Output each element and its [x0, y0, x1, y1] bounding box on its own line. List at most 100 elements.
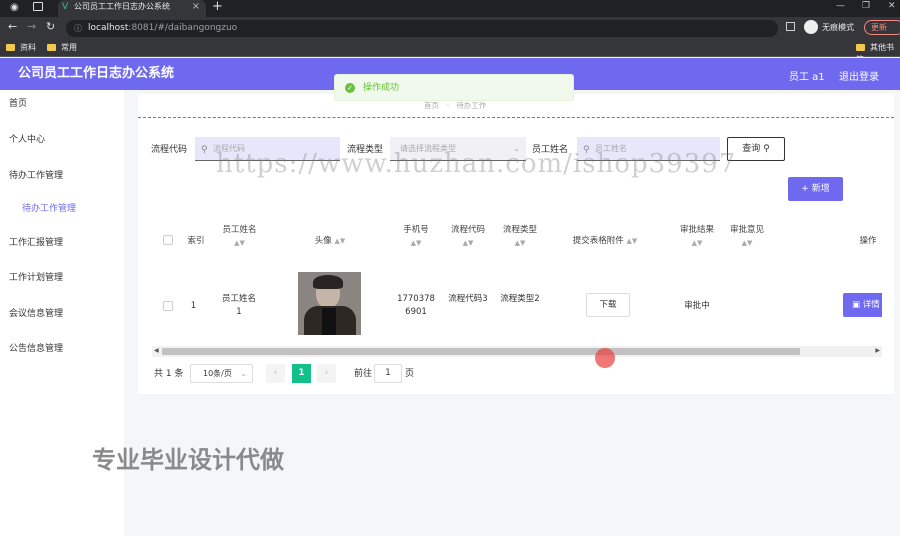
sidebar-subitem-todo-management[interactable]: 待办工作管理	[22, 203, 76, 215]
prev-page-button[interactable]: ‹	[266, 364, 285, 383]
restore-icon[interactable]: ❐	[862, 1, 870, 11]
next-page-button[interactable]: ›	[317, 364, 336, 383]
pagination: 共 1 条 10条/页 ⌄ ‹ 1 › 前往 1 页	[152, 364, 452, 384]
bookmark-folder-2[interactable]: 常用	[47, 42, 77, 54]
page-unit-label: 页	[405, 369, 415, 379]
sort-icon[interactable]: ▲▼	[626, 237, 637, 245]
col-avatar[interactable]: 头像 ▲▼	[290, 235, 370, 248]
cursor-highlight	[595, 348, 615, 368]
page-size-select[interactable]: 10条/页 ⌄	[190, 364, 253, 383]
check-icon: ✓	[345, 83, 355, 93]
browser-tab[interactable]: V 公司员工工作日志办公系统 ×	[58, 0, 206, 17]
folder-icon	[856, 44, 865, 51]
minimize-icon[interactable]: —	[836, 1, 845, 11]
sidebar-item-home[interactable]: 首页	[9, 98, 27, 110]
sort-icon[interactable]: ▲▼	[463, 239, 474, 247]
toast-text: 操作成功	[363, 83, 400, 93]
url-field[interactable]: ⓘ localhost:8081/#/daibangongzuo	[66, 20, 778, 37]
sort-icon[interactable]: ▲▼	[742, 239, 753, 247]
bookmark-label: 常用	[61, 43, 77, 52]
divider	[138, 117, 894, 118]
sort-icon[interactable]: ▲▼	[692, 239, 703, 247]
site-info-icon[interactable]: ⓘ	[74, 20, 82, 37]
vue-logo-icon: V	[62, 2, 69, 12]
sidebar-item-todo-management[interactable]: 待办工作管理	[9, 170, 63, 182]
tab-close-icon[interactable]: ×	[192, 0, 200, 14]
row-flow-type: 流程类型2	[500, 294, 540, 304]
col-index: 索引	[187, 236, 205, 246]
search-icon: ⚲	[201, 145, 208, 155]
goto-label: 前往	[354, 369, 373, 379]
browser-tab-bar: ◉ V 公司员工工作日志办公系统 × + — ❐ ✕	[0, 0, 900, 17]
sort-icon[interactable]: ▲▼	[411, 239, 422, 247]
sidebar-item-meeting-info[interactable]: 会议信息管理	[9, 308, 63, 320]
query-label: 查询	[742, 144, 761, 154]
breadcrumb: 首页 ◦ 待办工作	[424, 101, 487, 110]
search-icon: ⚲	[763, 144, 770, 154]
sort-icon[interactable]: ▲▼	[334, 237, 345, 245]
detail-icon: ▣	[852, 300, 861, 310]
breadcrumb-current: 待办工作	[456, 101, 487, 110]
back-icon[interactable]: ←	[8, 20, 17, 33]
row-checkbox[interactable]	[163, 301, 173, 311]
close-window-icon[interactable]: ✕	[888, 1, 896, 11]
flow-code-label: 流程代码	[151, 145, 188, 155]
detail-button[interactable]: ▣ 详情	[843, 293, 882, 317]
bookmark-folder-1[interactable]: 资料	[6, 42, 36, 54]
bookmarks-bar: 资料 常用 其他书签	[0, 39, 900, 64]
col-approval-result[interactable]: 审批结果 ▲▼	[672, 224, 722, 250]
tab-title: 公司员工工作日志办公系统	[74, 2, 170, 11]
page-1-button[interactable]: 1	[292, 364, 311, 383]
col-flow-code[interactable]: 流程代码 ▲▼	[442, 224, 494, 250]
folder-icon	[6, 44, 15, 51]
add-button[interactable]: + 新增	[788, 177, 843, 201]
col-actions: 操作	[859, 236, 877, 246]
table-row: 1 员工姓名1 17703786901 流程代码3 流程类型2 下载 审批中 ▣…	[150, 265, 882, 343]
sidebar-item-personal-center[interactable]: 个人中心	[9, 134, 45, 146]
download-button[interactable]: 下载	[586, 293, 630, 317]
sort-icon[interactable]: ▲▼	[234, 239, 245, 247]
horizontal-scrollbar[interactable]: ◀ ▶	[152, 346, 882, 357]
bookmark-label: 资料	[20, 43, 36, 52]
url-path: :8081/#/daibangongzuo	[128, 23, 238, 33]
col-phone[interactable]: 手机号 ▲▼	[390, 224, 442, 250]
sidebar-item-work-report[interactable]: 工作汇报管理	[9, 237, 63, 249]
sidebar-item-work-plan[interactable]: 工作计划管理	[9, 272, 63, 284]
logout-link[interactable]: 退出登录	[839, 68, 879, 83]
col-attachment[interactable]: 提交表格附件 ▲▼	[555, 235, 655, 248]
incognito-icon[interactable]	[804, 20, 818, 34]
scroll-right-icon[interactable]: ▶	[875, 347, 880, 354]
success-toast: ✓ 操作成功	[334, 74, 574, 101]
col-approval-opinion[interactable]: 审批意见 ▲▼	[722, 224, 772, 250]
scrollbar-thumb[interactable]	[162, 348, 800, 355]
row-flow-code: 流程代码3	[448, 294, 488, 304]
update-button[interactable]: 更新	[864, 20, 900, 35]
app-title: 公司员工工作日志办公系统	[18, 66, 175, 81]
reload-icon[interactable]: ↻	[46, 20, 55, 33]
url-host: localhost	[88, 23, 129, 33]
row-index: 1	[190, 301, 197, 311]
scroll-left-icon[interactable]: ◀	[154, 347, 159, 354]
incognito-label: 无痕模式	[822, 23, 854, 32]
goto-page-input[interactable]: 1	[374, 364, 402, 383]
col-flow-type[interactable]: 流程类型 ▲▼	[494, 224, 546, 250]
breadcrumb-home[interactable]: 首页	[424, 101, 439, 110]
tab-list-icon[interactable]	[33, 2, 43, 11]
row-employee-name: 员工姓名1	[221, 294, 256, 317]
total-count: 共 1 条	[154, 369, 184, 379]
chevron-down-icon: ⌄	[240, 369, 247, 378]
row-phone: 17703786901	[397, 294, 435, 317]
forward-icon[interactable]: →	[27, 20, 36, 33]
row-approval-result: 审批中	[684, 301, 710, 311]
url-watermark: https://www.huzhan.com/ishop39397	[216, 149, 737, 179]
side-panel-icon[interactable]	[786, 22, 795, 31]
folder-icon	[47, 44, 56, 51]
user-label: 员工 a1	[789, 72, 825, 83]
select-all-checkbox[interactable]	[163, 235, 173, 245]
avatar	[298, 272, 361, 335]
new-tab-icon[interactable]: +	[212, 0, 223, 14]
sidebar-item-announcement[interactable]: 公告信息管理	[9, 343, 63, 355]
sort-icon[interactable]: ▲▼	[515, 239, 526, 247]
col-employee-name[interactable]: 员工姓名 ▲▼	[212, 224, 267, 250]
browser-icon[interactable]: ◉	[10, 2, 19, 13]
